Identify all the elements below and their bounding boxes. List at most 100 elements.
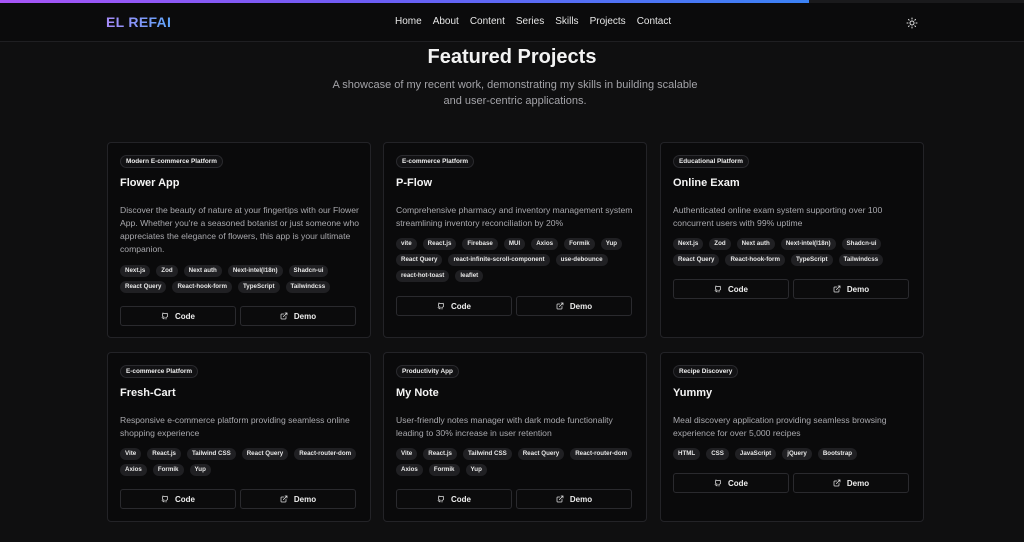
code-button-label: Code — [728, 478, 748, 488]
tech-tag-list: Vite React.js Tailwind CSS React Query React… — [396, 448, 640, 476]
tech-tag: Zod — [156, 265, 178, 277]
project-title: Online Exam — [673, 177, 740, 189]
project-description: Authenticated online exam system support… — [673, 205, 883, 228]
tech-tag: Tailwind CSS — [462, 448, 512, 460]
tech-tag: React-router-dom — [570, 448, 633, 460]
tech-tag: Tailwindcss — [838, 254, 884, 266]
external-link-icon — [833, 479, 841, 487]
project-card: Modern E-commerce Platform Flower App Disc… — [107, 142, 371, 338]
tech-tag: Shadcn-ui — [288, 265, 329, 277]
tech-tag: React.js — [422, 238, 457, 250]
demo-button-label: Demo — [846, 478, 870, 488]
tech-tag-list: Next.js Zod Next auth Next-intel(I18n) Shadc… — [673, 238, 917, 266]
code-button[interactable]: Code — [673, 279, 789, 299]
nav-link-projects[interactable]: Projects — [590, 16, 626, 27]
tech-tag: Next.js — [673, 238, 704, 250]
demo-button[interactable]: Demo — [516, 296, 632, 316]
tech-tag: Tailwind CSS — [186, 448, 236, 460]
code-button[interactable]: Code — [396, 296, 512, 316]
external-link-icon — [280, 495, 288, 503]
code-button-label: Code — [728, 284, 748, 294]
nav-link-home[interactable]: Home — [395, 16, 422, 27]
github-icon — [437, 302, 445, 310]
code-button-label: Code — [451, 494, 471, 504]
nav-link-about[interactable]: About — [433, 16, 459, 27]
nav-link-series[interactable]: Series — [516, 16, 544, 27]
tech-tag: Next auth — [183, 265, 222, 277]
project-category-badge: E-commerce Platform — [120, 365, 199, 378]
tech-tag-list: Vite React.js Tailwind CSS React Query React… — [120, 448, 364, 476]
tech-tag-list: Next.js Zod Next auth Next-intel(I18n) Shadc… — [120, 265, 364, 293]
nav-link-skills[interactable]: Skills — [555, 16, 578, 27]
section-subtitle: A showcase of my recent work, demonstrat… — [332, 79, 698, 107]
tech-tag: react-hot-toast — [396, 270, 450, 282]
demo-button-label: Demo — [293, 311, 317, 321]
tech-tag: TypeScript — [790, 254, 833, 266]
code-button[interactable]: Code — [120, 306, 236, 326]
demo-button[interactable]: Demo — [793, 279, 909, 299]
tech-tag: React-hook-form — [172, 281, 232, 293]
code-button[interactable]: Code — [396, 489, 512, 509]
project-title: P-Flow — [396, 177, 433, 189]
tech-tag: Yup — [189, 464, 211, 476]
project-description: Discover the beauty of nature at your fi… — [120, 205, 360, 254]
theme-toggle-button[interactable] — [906, 16, 918, 29]
github-icon — [437, 495, 445, 503]
code-button-label: Code — [451, 301, 471, 311]
tech-tag-list: HTML CSS JavaScript jQuery Bootstrap — [673, 448, 917, 460]
project-category-badge: Productivity App — [396, 365, 459, 378]
project-title: Flower App — [120, 177, 180, 189]
tech-tag: Formik — [564, 238, 595, 250]
tech-tag: React.js — [423, 448, 457, 460]
tech-tag: Firebase — [462, 238, 498, 250]
tech-tag: React.js — [147, 448, 181, 460]
external-link-icon — [833, 285, 841, 293]
github-icon — [161, 495, 169, 503]
project-category-badge: E-commerce Platform — [396, 155, 475, 168]
tech-tag: Yup — [600, 238, 623, 250]
code-button[interactable]: Code — [120, 489, 236, 509]
nav-link-content[interactable]: Content — [470, 16, 505, 27]
github-icon — [714, 479, 722, 487]
project-category-badge: Educational Platform — [673, 155, 749, 168]
demo-button[interactable]: Demo — [240, 489, 356, 509]
project-card: E-commerce Platform P-Flow Comprehensive p… — [383, 142, 647, 338]
tech-tag: leaflet — [455, 270, 484, 282]
project-title: My Note — [396, 387, 439, 399]
tech-tag: vite — [396, 238, 417, 250]
tech-tag: React Query — [517, 448, 565, 460]
demo-button[interactable]: Demo — [793, 473, 909, 493]
tech-tag: CSS — [706, 448, 729, 460]
project-description: Meal discovery application providing sea… — [673, 415, 887, 438]
project-description: Responsive e-commerce platform providing… — [120, 415, 350, 438]
tech-tag: Zod — [709, 238, 731, 250]
tech-tag: Next auth — [736, 238, 775, 250]
tech-tag-list: vite React.js Firebase MUI Axios Formik Yup Rea… — [396, 238, 640, 282]
logo[interactable]: EL REFAI — [106, 14, 171, 30]
github-icon — [714, 285, 722, 293]
demo-button-label: Demo — [569, 301, 593, 311]
tech-tag: React Query — [673, 254, 720, 266]
tech-tag: Next-intel(I18n) — [227, 265, 283, 277]
demo-button[interactable]: Demo — [516, 489, 632, 509]
project-category-badge: Recipe Discovery — [673, 365, 739, 378]
navbar: EL REFAI Home About Content Series Skill… — [0, 3, 1024, 42]
tech-tag: Tailwindcss — [285, 281, 331, 293]
demo-button-label: Demo — [846, 284, 870, 294]
tech-tag: React Query — [396, 254, 443, 266]
demo-button[interactable]: Demo — [240, 306, 356, 326]
github-icon — [161, 312, 169, 320]
project-card: E-commerce Platform Fresh-Cart Responsive … — [107, 352, 371, 522]
nav-links: Home About Content Series Skills Project… — [395, 16, 671, 27]
tech-tag: Axios — [531, 238, 559, 250]
external-link-icon — [556, 495, 564, 503]
tech-tag: Formik — [152, 464, 184, 476]
code-button[interactable]: Code — [673, 473, 789, 493]
tech-tag: TypeScript — [237, 281, 280, 293]
nav-link-contact[interactable]: Contact — [637, 16, 671, 27]
demo-button-label: Demo — [293, 494, 317, 504]
tech-tag: Axios — [120, 464, 147, 476]
code-button-label: Code — [175, 311, 195, 321]
project-card: Recipe Discovery Yummy Meal discovery appl… — [660, 352, 924, 522]
tech-tag: Axios — [396, 464, 423, 476]
